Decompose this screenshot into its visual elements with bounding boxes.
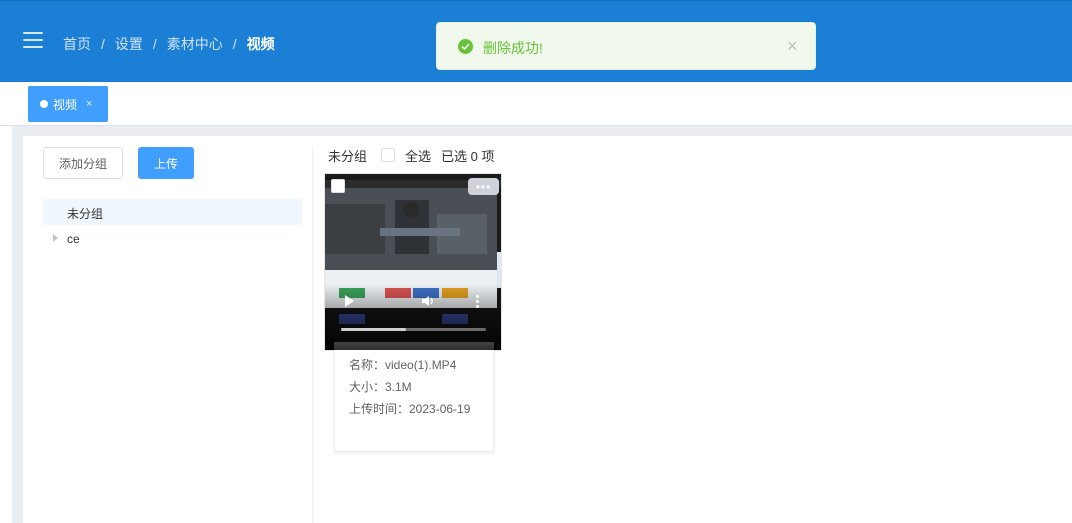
select-all-checkbox[interactable] xyxy=(381,148,396,162)
more-options-button[interactable]: ••• xyxy=(468,178,499,195)
video-progress-bar[interactable] xyxy=(341,328,486,331)
tabs-bar: 视频 × xyxy=(0,82,1072,126)
breadcrumb-item-settings[interactable]: 设置 xyxy=(115,34,143,54)
group-label: 未分组 xyxy=(67,207,104,221)
toast-message: 删除成功! xyxy=(483,40,543,56)
add-group-button[interactable]: 添加分组 xyxy=(43,147,123,179)
video-size: 大小：3.1M xyxy=(349,380,412,394)
upload-button[interactable]: 上传 xyxy=(138,147,194,179)
panel-divider xyxy=(312,146,313,523)
select-all-label[interactable]: 全选 xyxy=(405,146,431,165)
menu-toggle-icon[interactable] xyxy=(23,32,43,48)
gallery-toolbar: 未分组 全选 已选 0 项 xyxy=(328,146,495,164)
tab-close-icon[interactable]: × xyxy=(86,98,92,110)
selected-count: 已选 0 项 xyxy=(441,148,495,164)
video-progress-fill xyxy=(341,328,407,331)
success-check-icon xyxy=(458,39,473,54)
breadcrumb-item-material-center[interactable]: 素材中心 xyxy=(167,34,223,54)
volume-icon[interactable] xyxy=(421,294,435,308)
tab-video[interactable]: 视频 × xyxy=(28,86,108,122)
video-menu-icon[interactable] xyxy=(476,295,479,310)
gallery-group-title: 未分组 xyxy=(328,148,368,164)
breadcrumb-item-home[interactable]: 首页 xyxy=(63,34,91,54)
breadcrumb: 首页 / 设置 / 素材中心 / 视频 xyxy=(63,34,275,54)
breadcrumb-separator: / xyxy=(232,36,237,52)
video-upload-time: 上传时间：2023-06-19 xyxy=(349,402,471,416)
active-dot-icon xyxy=(40,100,48,108)
tab-label: 视频 xyxy=(53,97,78,112)
main-panel xyxy=(23,136,1072,523)
breadcrumb-item-current: 视频 xyxy=(246,36,275,52)
breadcrumb-separator: / xyxy=(101,36,105,52)
success-toast: 删除成功! × xyxy=(436,22,816,70)
caret-right-icon[interactable] xyxy=(53,234,58,242)
breadcrumb-separator: / xyxy=(152,36,157,52)
play-icon[interactable] xyxy=(345,295,354,307)
group-item-ce[interactable]: ce xyxy=(43,226,302,250)
video-card[interactable]: ••• xyxy=(324,173,502,351)
group-item-ungrouped[interactable]: 未分组 xyxy=(43,199,302,225)
video-info-card: 名称：video(1).MP4 大小：3.1M 上传时间：2023-06-19 xyxy=(334,342,494,452)
group-label: ce xyxy=(67,232,80,246)
video-select-checkbox[interactable] xyxy=(331,179,345,193)
toast-close-icon[interactable]: × xyxy=(787,37,798,55)
video-name: 名称：video(1).MP4 xyxy=(349,358,457,372)
